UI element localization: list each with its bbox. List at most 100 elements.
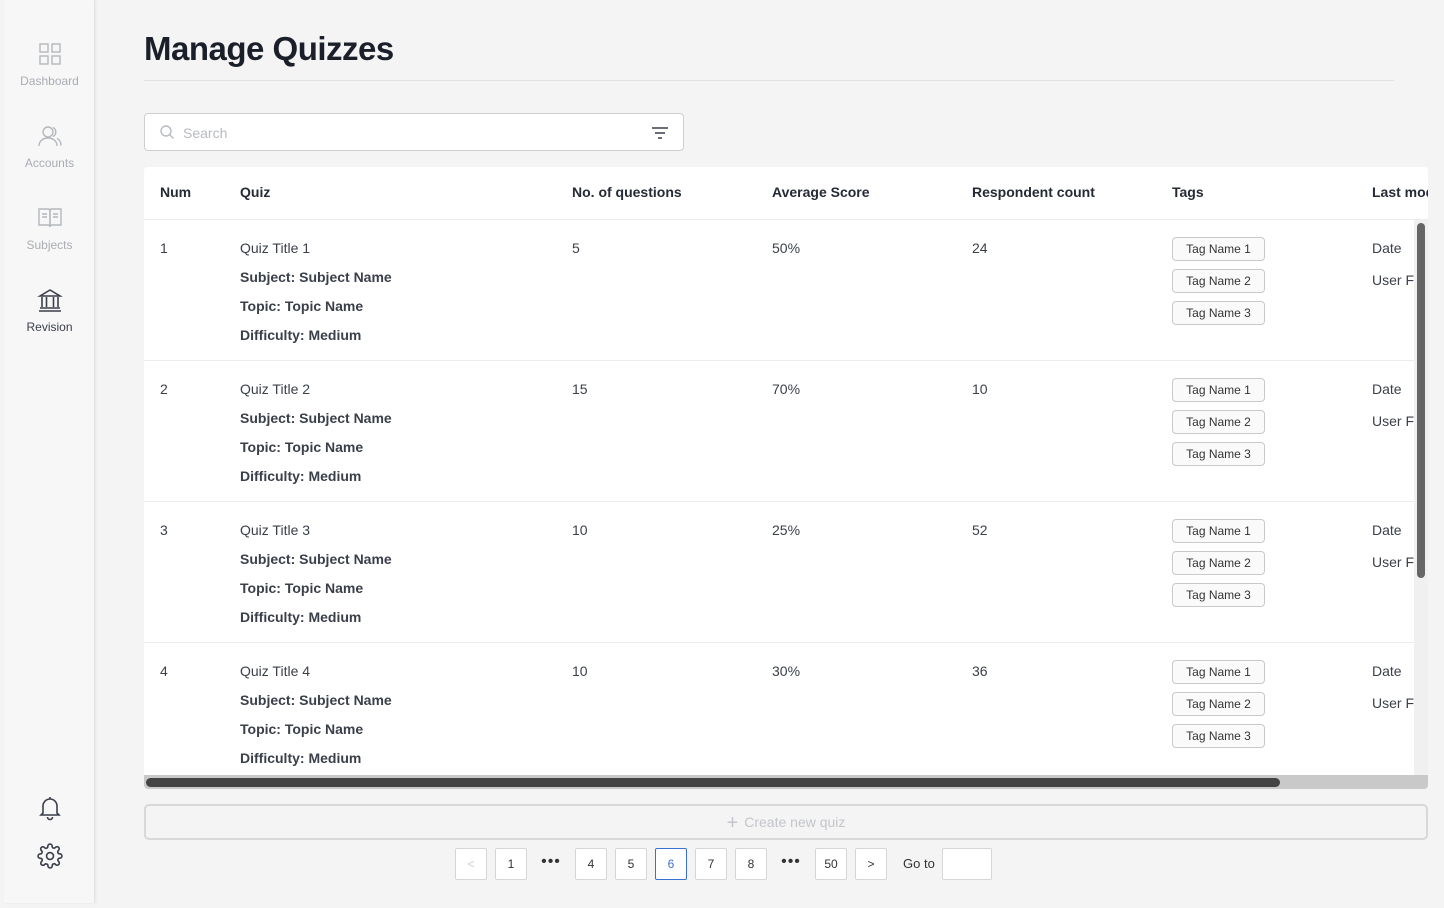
current-page-button[interactable]: 6 <box>655 848 687 880</box>
horizontal-scrollbar[interactable] <box>144 775 1428 789</box>
average-score: 50% <box>772 240 801 256</box>
vertical-scrollbar-thumb[interactable] <box>1417 223 1425 578</box>
sidebar-item-dashboard[interactable]: Dashboard <box>4 41 95 88</box>
tag-chip[interactable]: Tag Name 3 <box>1172 724 1265 748</box>
page-ellipsis[interactable]: ••• <box>775 848 807 880</box>
goto-page-input[interactable] <box>942 848 992 880</box>
quiz-info: Quiz Title 2 Subject: Subject Name Topic… <box>240 381 392 484</box>
quiz-title[interactable]: Quiz Title 2 <box>240 381 392 397</box>
quiz-topic: Topic: Topic Name <box>240 298 364 314</box>
quiz-subject: Subject: Subject Name <box>240 410 392 426</box>
users-icon <box>37 126 62 147</box>
quiz-topic: Topic: Topic Name <box>240 721 364 737</box>
question-count: 10 <box>572 522 588 538</box>
table-row[interactable]: 3 Quiz Title 3 Subject: Subject Name Top… <box>144 502 1428 643</box>
sidebar-item-revision[interactable]: Revision <box>4 287 95 334</box>
sidebar: Dashboard Accounts Subjects Revision <box>4 0 95 903</box>
prev-page-button[interactable]: < <box>455 848 487 880</box>
column-header-last-modified[interactable]: Last mod <box>1372 184 1428 200</box>
column-header-questions[interactable]: No. of questions <box>572 184 682 200</box>
quiz-topic: Topic: Topic Name <box>240 439 364 455</box>
next-page-button[interactable]: > <box>855 848 887 880</box>
table-row[interactable]: 1 Quiz Title 1 Subject: Subject Name Top… <box>144 220 1428 361</box>
quiz-table: Num Quiz No. of questions Average Score … <box>144 167 1428 789</box>
respondent-count: 52 <box>972 522 988 538</box>
quiz-subject: Subject: Subject Name <box>240 551 392 567</box>
tag-chip[interactable]: Tag Name 1 <box>1172 660 1265 684</box>
settings-button[interactable] <box>4 843 95 869</box>
tag-list: Tag Name 1 Tag Name 2 Tag Name 3 <box>1172 519 1265 615</box>
quiz-info: Quiz Title 3 Subject: Subject Name Topic… <box>240 522 392 625</box>
page-button[interactable]: 4 <box>575 848 607 880</box>
quiz-difficulty: Difficulty: Medium <box>240 468 362 484</box>
quiz-subject: Subject: Subject Name <box>240 692 392 708</box>
sidebar-item-subjects[interactable]: Subjects <box>4 205 95 252</box>
page-button[interactable]: 1 <box>495 848 527 880</box>
quiz-topic: Topic: Topic Name <box>240 580 364 596</box>
quiz-title[interactable]: Quiz Title 3 <box>240 522 392 538</box>
question-count: 15 <box>572 381 588 397</box>
column-header-respondent-count[interactable]: Respondent count <box>972 184 1095 200</box>
vertical-scrollbar[interactable] <box>1414 220 1428 789</box>
respondent-count: 36 <box>972 663 988 679</box>
question-count: 5 <box>572 240 580 256</box>
average-score: 70% <box>772 381 801 397</box>
quiz-difficulty: Difficulty: Medium <box>240 609 362 625</box>
tag-chip[interactable]: Tag Name 1 <box>1172 519 1265 543</box>
tag-list: Tag Name 1 Tag Name 2 Tag Name 3 <box>1172 237 1265 333</box>
page-button[interactable]: 5 <box>615 848 647 880</box>
column-header-quiz[interactable]: Quiz <box>240 184 270 200</box>
respondent-count: 24 <box>972 240 988 256</box>
plus-icon: + <box>726 812 739 834</box>
tag-chip[interactable]: Tag Name 2 <box>1172 269 1265 293</box>
tag-chip[interactable]: Tag Name 2 <box>1172 692 1265 716</box>
sidebar-item-label: Subjects <box>26 238 73 252</box>
quiz-difficulty: Difficulty: Medium <box>240 750 362 766</box>
bell-icon <box>38 797 61 821</box>
sidebar-item-accounts[interactable]: Accounts <box>4 123 95 170</box>
respondent-count: 10 <box>972 381 988 397</box>
page-ellipsis[interactable]: ••• <box>535 848 567 880</box>
quiz-title[interactable]: Quiz Title 4 <box>240 663 392 679</box>
table-header: Num Quiz No. of questions Average Score … <box>144 167 1428 220</box>
sidebar-item-label: Revision <box>26 320 73 334</box>
tag-chip[interactable]: Tag Name 3 <box>1172 583 1265 607</box>
table-row[interactable]: 4 Quiz Title 4 Subject: Subject Name Top… <box>144 643 1428 784</box>
page-button[interactable]: 7 <box>695 848 727 880</box>
sidebar-item-label: Dashboard <box>20 74 79 88</box>
tag-chip[interactable]: Tag Name 1 <box>1172 378 1265 402</box>
search-bar <box>144 113 684 151</box>
row-num: 1 <box>160 240 168 256</box>
page-button[interactable]: 50 <box>815 848 847 880</box>
quiz-info: Quiz Title 1 Subject: Subject Name Topic… <box>240 240 392 343</box>
row-num: 4 <box>160 663 168 679</box>
sidebar-item-label: Accounts <box>24 156 75 170</box>
quiz-title[interactable]: Quiz Title 1 <box>240 240 392 256</box>
column-header-tags[interactable]: Tags <box>1172 184 1204 200</box>
average-score: 30% <box>772 663 801 679</box>
tag-chip[interactable]: Tag Name 2 <box>1172 551 1265 575</box>
tag-chip[interactable]: Tag Name 1 <box>1172 237 1265 261</box>
row-num: 3 <box>160 522 168 538</box>
tag-list: Tag Name 1 Tag Name 2 Tag Name 3 <box>1172 660 1265 756</box>
tag-chip[interactable]: Tag Name 2 <box>1172 410 1265 434</box>
page-button[interactable]: 8 <box>735 848 767 880</box>
search-icon <box>160 125 174 139</box>
dashboard-grid-icon <box>38 43 61 65</box>
horizontal-scrollbar-thumb[interactable] <box>146 778 1280 787</box>
table-row[interactable]: 2 Quiz Title 2 Subject: Subject Name Top… <box>144 361 1428 502</box>
tag-chip[interactable]: Tag Name 3 <box>1172 442 1265 466</box>
quiz-difficulty: Difficulty: Medium <box>240 327 362 343</box>
search-input[interactable] <box>183 122 633 144</box>
filter-icon[interactable] <box>651 126 669 140</box>
page-title: Manage Quizzes <box>144 30 394 67</box>
tag-chip[interactable]: Tag Name 3 <box>1172 301 1265 325</box>
create-quiz-button[interactable]: + Create new quiz <box>144 804 1428 840</box>
notifications-button[interactable] <box>4 795 95 821</box>
question-count: 10 <box>572 663 588 679</box>
institution-icon <box>36 289 63 312</box>
quiz-info: Quiz Title 4 Subject: Subject Name Topic… <box>240 663 392 766</box>
column-header-num[interactable]: Num <box>160 184 191 200</box>
average-score: 25% <box>772 522 801 538</box>
column-header-average-score[interactable]: Average Score <box>772 184 870 200</box>
